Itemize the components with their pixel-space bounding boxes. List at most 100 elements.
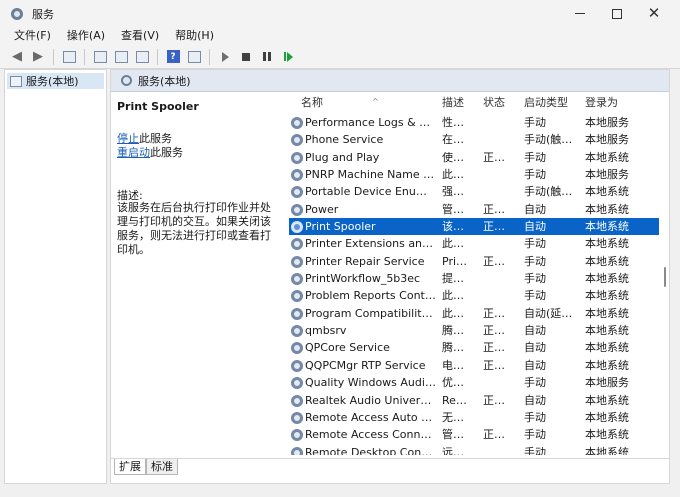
table-row[interactable]: Quality Windows Audio Video Experience优质… (289, 374, 659, 391)
stop-service-button[interactable] (237, 48, 255, 66)
service-startup-type-cell: 手动 (524, 444, 582, 455)
service-log-on-as-cell: 本地系统 (585, 149, 631, 166)
scrollbar-thumb[interactable] (664, 267, 666, 287)
service-startup-type-cell: 手动 (524, 426, 582, 443)
column-header-startup-type[interactable]: 启动类型 (524, 92, 568, 114)
service-description-cell: 此服... (442, 305, 470, 322)
service-name-cell: QPCore Service (305, 339, 437, 356)
service-log-on-as-cell: 本地系统 (585, 392, 631, 409)
service-status-cell: 正在... (483, 322, 513, 339)
service-startup-type-cell: 自动 (524, 322, 582, 339)
service-name-cell: Problem Reports Control Panel Support (305, 287, 437, 304)
service-gear-icon (291, 273, 303, 285)
service-name-cell: Power (305, 201, 437, 218)
column-header-name-label: 名称 (301, 96, 323, 109)
menu-file[interactable]: 文件(F) (6, 27, 59, 45)
service-gear-icon (291, 290, 303, 302)
service-startup-type-cell: 自动 (524, 357, 582, 374)
table-row[interactable]: Printer Extensions and Notifications此服..… (289, 235, 659, 252)
services-gear-icon (10, 7, 24, 21)
service-status-cell: 正在... (483, 339, 513, 356)
close-button[interactable]: ✕ (634, 0, 674, 27)
table-row[interactable]: Print Spooler该服...正在...自动本地系统 (289, 218, 659, 235)
arrow-right-icon: ▶ (33, 49, 43, 64)
service-status-cell: 正在... (483, 201, 513, 218)
table-row[interactable]: Plug and Play使计...正在...手动本地系统 (289, 149, 659, 166)
table-row[interactable]: Realtek Audio Universal ServiceReal...正在… (289, 392, 659, 409)
menu-action[interactable]: 操作(A) (59, 27, 113, 45)
column-header-status[interactable]: 状态 (483, 92, 505, 114)
forward-button[interactable]: ▶ (29, 48, 47, 66)
menu-view[interactable]: 查看(V) (113, 27, 167, 45)
tab-standard[interactable]: 标准 (146, 459, 178, 475)
service-gear-icon (291, 186, 303, 198)
table-row[interactable]: Problem Reports Control Panel Support此服.… (289, 287, 659, 304)
table-row[interactable]: QPCore Service腾讯...正在...自动本地系统 (289, 339, 659, 356)
service-gear-icon (291, 342, 303, 354)
service-log-on-as-cell: 本地系统 (585, 409, 631, 426)
console-tree-icon (63, 51, 76, 63)
service-gear-icon (291, 377, 303, 389)
service-name-cell: Print Spooler (305, 218, 437, 235)
service-log-on-as-cell: 本地服务 (585, 114, 631, 131)
service-startup-type-cell: 手动 (524, 114, 582, 131)
toolbar: ◀ ▶ ? (0, 45, 680, 69)
table-row[interactable]: qmbsrv腾讯...正在...自动本地系统 (289, 322, 659, 339)
service-log-on-as-cell: 本地系统 (585, 253, 631, 270)
service-description-cell: 腾讯... (442, 322, 470, 339)
service-gear-icon (291, 117, 303, 129)
column-header-name[interactable]: 名称 ^ (301, 92, 323, 114)
minimize-button[interactable] (560, 0, 600, 27)
restart-service-button[interactable] (279, 48, 297, 66)
table-row[interactable]: Phone Service在设...手动(触发...本地服务 (289, 131, 659, 148)
menu-bar: 文件(F) 操作(A) 查看(V) 帮助(H) (0, 27, 680, 45)
service-name-cell: Remote Desktop Configuration (305, 444, 437, 455)
service-name-cell: Printer Repair Service (305, 253, 437, 270)
export-icon (136, 51, 149, 63)
export-list-button[interactable] (133, 48, 151, 66)
table-row[interactable]: PNRP Machine Name Publication Service此服.… (289, 166, 659, 183)
table-row[interactable]: Power管理...正在...自动本地系统 (289, 201, 659, 218)
service-startup-type-cell: 手动 (524, 409, 582, 426)
back-button[interactable]: ◀ (8, 48, 26, 66)
maximize-button[interactable] (597, 0, 637, 27)
restart-service-link[interactable]: 重启动 (117, 146, 150, 159)
service-log-on-as-cell: 本地系统 (585, 357, 631, 374)
console-tree: 服务(本地) (4, 69, 107, 484)
table-row[interactable]: Remote Access Connection Manager管理...正在.… (289, 426, 659, 443)
table-row[interactable]: Performance Logs & Alerts性能...手动本地服务 (289, 114, 659, 131)
menu-help[interactable]: 帮助(H) (167, 27, 222, 45)
table-row[interactable]: Remote Access Auto Connection Manager无论.… (289, 409, 659, 426)
service-log-on-as-cell: 本地系统 (585, 218, 631, 235)
column-header-description[interactable]: 描述 (442, 92, 464, 114)
refresh-button[interactable] (112, 48, 130, 66)
minimize-icon (575, 13, 585, 14)
restart-service-suffix: 此服务 (150, 146, 183, 159)
service-name-cell: Performance Logs & Alerts (305, 114, 437, 131)
table-row[interactable]: Printer Repair ServicePrint...正在...手动本地系… (289, 253, 659, 270)
service-gear-icon (291, 447, 303, 455)
service-description-cell: 使计... (442, 149, 470, 166)
services-rows: Performance Logs & Alerts性能...手动本地服务Phon… (289, 114, 659, 455)
show-hide-console-tree-button[interactable] (60, 48, 78, 66)
tab-extended[interactable]: 扩展 (114, 459, 146, 475)
help-button[interactable]: ? (164, 48, 182, 66)
service-startup-type-cell: 手动 (524, 253, 582, 270)
vertical-scrollbar[interactable] (661, 92, 669, 455)
properties-button[interactable] (91, 48, 109, 66)
table-row[interactable]: QQPCMgr RTP Service电脑...正在...自动本地系统 (289, 357, 659, 374)
table-row[interactable]: PrintWorkflow_5b3ec提供...手动本地系统 (289, 270, 659, 287)
tree-node-services-local[interactable]: 服务(本地) (7, 73, 104, 89)
table-row[interactable]: Portable Device Enumerator Service强制...手… (289, 183, 659, 200)
start-service-button[interactable] (216, 48, 234, 66)
service-startup-type-cell: 手动 (524, 270, 582, 287)
table-row[interactable]: Remote Desktop Configuration远程...手动本地系统 (289, 444, 659, 455)
service-name-cell: PNRP Machine Name Publication Service (305, 166, 437, 183)
service-gear-icon (291, 238, 303, 250)
title-bar: 服务 ✕ (0, 0, 680, 27)
service-gear-icon (291, 134, 303, 146)
show-action-pane-button[interactable] (185, 48, 203, 66)
table-row[interactable]: Program Compatibility Assistant Service此… (289, 305, 659, 322)
column-header-log-on-as[interactable]: 登录为 (585, 92, 618, 114)
pause-service-button[interactable] (258, 48, 276, 66)
